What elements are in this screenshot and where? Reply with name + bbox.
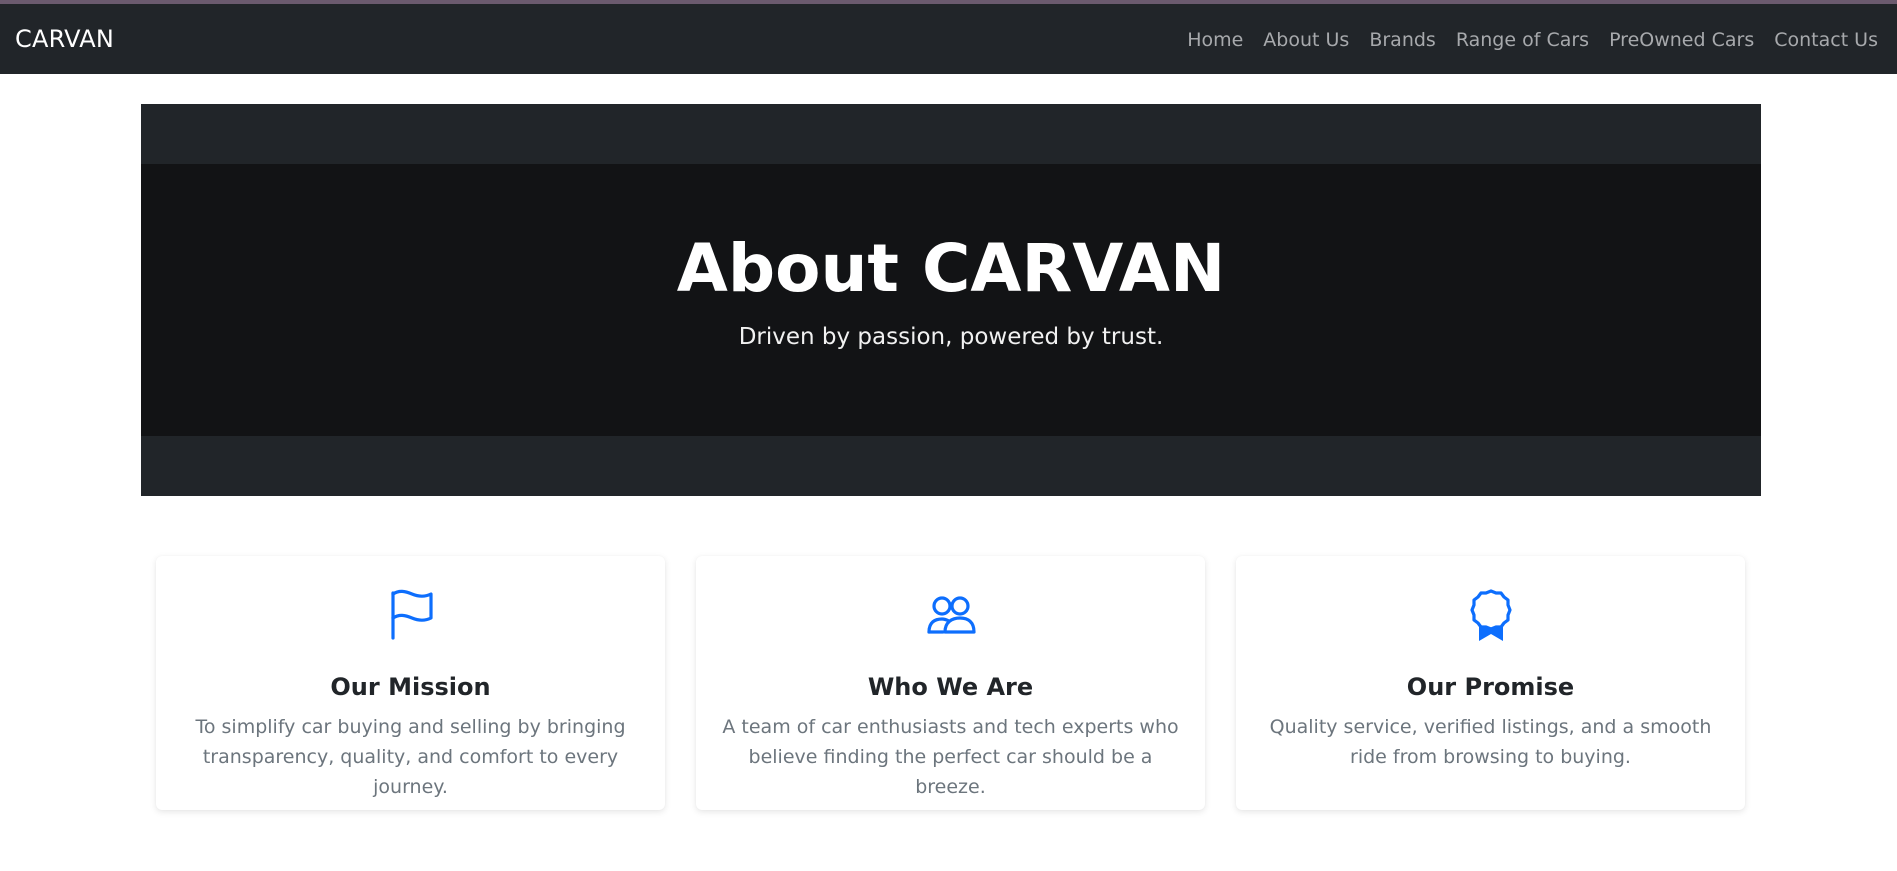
card-title: Our Mission: [330, 673, 491, 701]
card-our-mission: Our Mission To simplify car buying and s…: [156, 556, 665, 810]
hero-banner: About CARVAN Driven by passion, powered …: [141, 164, 1761, 436]
award-icon: [1469, 589, 1512, 641]
nav-links: Home About Us Brands Range of Cars PreOw…: [1187, 28, 1878, 52]
card-who-we-are: Who We Are A team of car enthusiasts and…: [696, 556, 1205, 810]
nav-link-about-us[interactable]: About Us: [1263, 28, 1349, 52]
card-our-promise: Our Promise Quality service, verified li…: [1236, 556, 1745, 810]
nav-link-brands[interactable]: Brands: [1369, 28, 1436, 52]
flag-icon: [390, 589, 433, 640]
hero-subtitle: Driven by passion, powered by trust.: [738, 324, 1164, 350]
info-cards: Our Mission To simplify car buying and s…: [156, 556, 1745, 810]
card-description: Quality service, verified listings, and …: [1269, 716, 1712, 768]
nav-link-range-of-cars[interactable]: Range of Cars: [1456, 28, 1589, 52]
nav-link-preowned-cars[interactable]: PreOwned Cars: [1609, 28, 1754, 52]
brand-logo-link[interactable]: CARVAN: [15, 24, 114, 54]
navbar: CARVAN Home About Us Brands Range of Car…: [0, 4, 1897, 74]
card-description: To simplify car buying and selling by br…: [195, 716, 626, 798]
card-title: Who We Are: [867, 673, 1034, 701]
page-title: About CARVAN: [676, 230, 1226, 307]
card-title: Our Promise: [1406, 673, 1575, 701]
hero-section: About CARVAN Driven by passion, powered …: [141, 104, 1761, 496]
nav-link-contact-us[interactable]: Contact Us: [1774, 28, 1878, 52]
people-icon: [926, 596, 976, 634]
card-description: A team of car enthusiasts and tech exper…: [722, 716, 1179, 798]
nav-link-home[interactable]: Home: [1187, 28, 1243, 52]
